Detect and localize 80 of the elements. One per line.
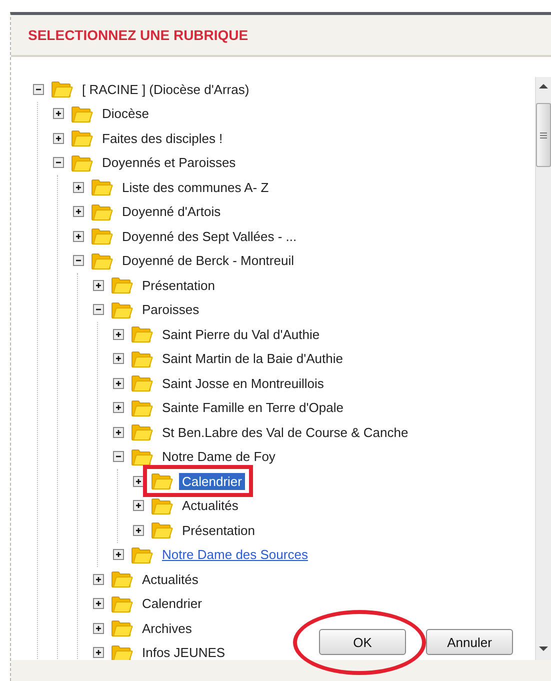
scroll-up-icon[interactable] (539, 83, 548, 89)
folder-icon (71, 129, 93, 148)
scrollbar-thumb[interactable] (536, 103, 551, 167)
tree-item[interactable]: Doyennés et Paroisses (99, 154, 239, 172)
folder-icon (71, 104, 93, 123)
tree-item[interactable]: Présentation (179, 522, 258, 539)
folder-icon (91, 202, 113, 221)
folder-icon (131, 448, 153, 466)
tree-item[interactable]: Saint Josse en Montreuillois (159, 374, 327, 392)
folder-icon (131, 350, 153, 368)
plus-box-icon[interactable] (93, 574, 104, 585)
scroll-down-icon[interactable] (539, 646, 548, 652)
tree-item[interactable]: Sainte Famille en Terre d'Opale (159, 399, 346, 416)
folder-icon (131, 374, 153, 392)
folder-icon (131, 423, 153, 442)
plus-box-icon[interactable] (133, 476, 144, 487)
plus-box-icon[interactable] (113, 426, 124, 438)
tree-item[interactable]: Paroisses (139, 301, 202, 318)
tree-item[interactable]: Diocèse (99, 105, 152, 122)
folder-icon (91, 227, 113, 246)
tree-item[interactable]: St Ben.Labre des Val de Course & Canche (159, 424, 412, 441)
plus-box-icon[interactable] (73, 230, 84, 242)
tree-item[interactable]: Archives (139, 620, 195, 637)
tree-item[interactable]: Saint Pierre du Val d'Authie (159, 326, 323, 343)
folder-icon (111, 594, 133, 613)
plus-box-icon[interactable] (113, 328, 124, 340)
tree-item[interactable]: Liste des communes A- Z (119, 178, 272, 196)
folder-icon (111, 619, 133, 638)
folder-icon (131, 325, 153, 344)
minus-box-icon[interactable] (53, 157, 64, 168)
tree-item[interactable]: Doyenné des Sept Vallées - ... (119, 228, 300, 245)
tree-item[interactable]: Notre Dame de Foy (159, 448, 278, 466)
minus-box-icon[interactable] (33, 84, 44, 95)
tree-item[interactable]: Actualités (139, 570, 202, 588)
folder-icon (151, 521, 173, 540)
folder-icon (71, 154, 93, 172)
tree-item[interactable]: Calendrier (139, 595, 205, 612)
plus-box-icon[interactable] (133, 500, 144, 512)
minus-box-icon[interactable] (73, 255, 84, 266)
folder-icon (111, 300, 133, 319)
tree-item[interactable]: Faites des disciples ! (99, 130, 226, 147)
plus-box-icon[interactable] (113, 402, 124, 414)
folder-icon (151, 472, 173, 490)
plus-box-icon[interactable] (73, 182, 84, 193)
dialog-title: SELECTIONNEZ UNE RUBRIQUE (28, 27, 248, 43)
folder-icon (131, 398, 153, 417)
folder-icon (91, 252, 113, 270)
plus-box-icon[interactable] (113, 353, 124, 364)
plus-box-icon[interactable] (133, 524, 144, 536)
tree-item[interactable]: Doyenné d'Artois (119, 203, 224, 220)
folder-icon (111, 276, 133, 294)
tree-item[interactable]: Infos JEUNES (139, 644, 228, 660)
grip-icon (540, 132, 547, 138)
folder-icon (151, 496, 173, 515)
plus-box-icon[interactable] (93, 280, 104, 291)
folder-icon (131, 546, 153, 564)
tree-item[interactable]: Doyenné de Berck - Montreuil (119, 252, 297, 270)
plus-box-icon[interactable] (113, 549, 124, 560)
plus-box-icon[interactable] (53, 132, 64, 144)
minus-box-icon[interactable] (93, 304, 104, 316)
plus-box-icon[interactable] (113, 378, 124, 389)
cancel-button[interactable]: Annuler (426, 629, 513, 655)
folder-icon (51, 80, 73, 98)
plus-box-icon[interactable] (73, 206, 84, 218)
tree-item[interactable]: Actualités (179, 497, 242, 514)
tree-item[interactable]: [ RACINE ] (Diocèse d'Arras) (79, 80, 252, 98)
ok-button[interactable]: OK (319, 629, 406, 655)
tree-item[interactable]: Présentation (139, 276, 218, 294)
minus-box-icon[interactable] (113, 451, 124, 462)
plus-box-icon[interactable] (93, 598, 104, 610)
plus-box-icon[interactable] (93, 647, 104, 658)
folder-icon (111, 644, 133, 660)
tree-item[interactable]: Calendrier (179, 472, 245, 490)
scrollbar[interactable] (535, 77, 551, 660)
plus-box-icon[interactable] (93, 622, 104, 634)
folder-icon (91, 178, 113, 196)
folder-icon (111, 570, 133, 588)
plus-box-icon[interactable] (53, 108, 64, 120)
tree-link[interactable]: Notre Dame des Sources (159, 546, 311, 564)
tree-item[interactable]: Saint Martin de la Baie d'Authie (159, 350, 346, 368)
